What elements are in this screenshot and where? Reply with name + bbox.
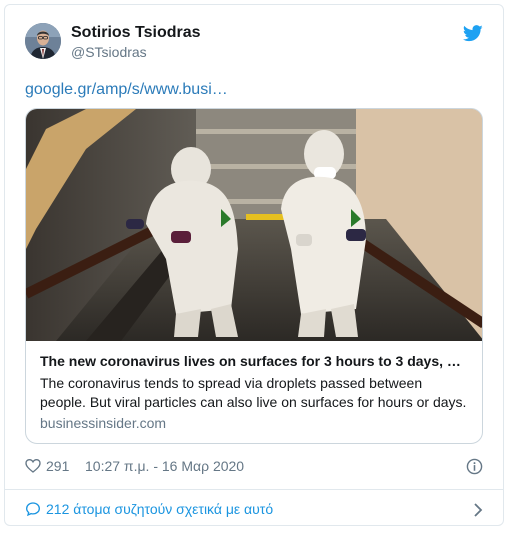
tweet-meta: 291 10:27 π.μ. - 16 Μαρ 2020 — [25, 456, 483, 476]
speech-bubble-icon — [25, 502, 41, 517]
discussion-link[interactable]: 212 άτομα συζητούν σχετικά με αυτό — [25, 497, 483, 521]
author-names: Sotirios Tsiodras @STsiodras — [71, 23, 201, 61]
twitter-bird-icon[interactable] — [463, 25, 483, 42]
heart-icon[interactable] — [25, 458, 41, 474]
chevron-right-icon[interactable] — [473, 503, 483, 517]
divider — [5, 489, 503, 490]
author-handle[interactable]: @STsiodras — [71, 43, 201, 61]
discussion-text[interactable]: 212 άτομα συζητούν σχετικά με αυτό — [46, 500, 273, 518]
card-domain: businessinsider.com — [40, 415, 167, 431]
card-body: The new coronavirus lives on surfaces fo… — [26, 341, 482, 443]
info-icon[interactable] — [466, 458, 483, 475]
tweet-timestamp[interactable]: 10:27 π.μ. - 16 Μαρ 2020 — [85, 457, 244, 475]
author-display-name[interactable]: Sotirios Tsiodras — [71, 23, 201, 43]
card-title: The new coronavirus lives on surfaces fo… — [40, 353, 461, 369]
avatar[interactable] — [25, 23, 61, 59]
link-card[interactable]: The new coronavirus lives on surfaces fo… — [25, 108, 483, 444]
card-description: The coronavirus tends to spread via drop… — [40, 375, 467, 410]
tweet-link[interactable]: google.gr/amp/s/www.busi… — [25, 79, 228, 101]
tweet-header: Sotirios Tsiodras @STsiodras — [25, 23, 483, 63]
like-count[interactable]: 291 — [46, 457, 69, 475]
card-image — [26, 109, 482, 341]
tweet-embed[interactable]: Sotirios Tsiodras @STsiodras google.gr/a… — [4, 4, 504, 526]
